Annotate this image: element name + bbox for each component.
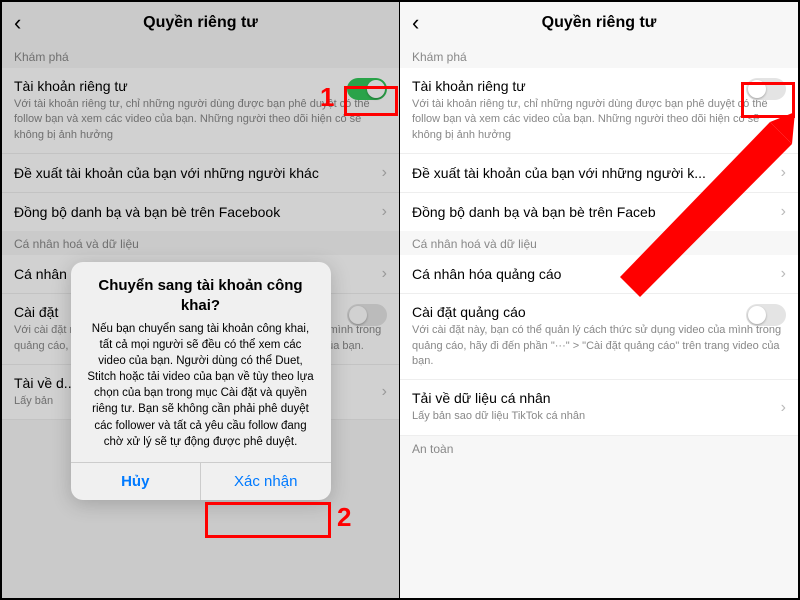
chevron-right-icon: › [781, 164, 786, 182]
back-icon[interactable]: ‹ [14, 10, 21, 36]
step-1: 1 [320, 82, 334, 113]
chevron-right-icon: › [382, 383, 387, 401]
row-sync-contacts[interactable]: Đồng bộ danh bạ và bạn bè trên Faceb › [400, 193, 798, 231]
chevron-right-icon: › [382, 164, 387, 182]
row-private-account: Tài khoản riêng tư Với tài khoản riêng t… [400, 68, 798, 153]
chevron-right-icon: › [781, 399, 786, 417]
section-personal: Cá nhân hoá và dữ liệu [2, 231, 399, 255]
section-safety: An toàn [400, 436, 798, 460]
private-account-desc: Với tài khoản riêng tư, chỉ những người … [412, 97, 786, 143]
row-personalize-ads[interactable]: Cá nhân hóa quảng cáo › [400, 255, 798, 294]
dialog-title: Chuyển sang tài khoản công khai? [87, 276, 315, 315]
confirm-dialog: Chuyển sang tài khoản công khai? Nếu bạn… [71, 262, 331, 500]
ads-toggle[interactable] [746, 304, 786, 326]
chevron-right-icon: › [781, 203, 786, 221]
highlight-toggle [344, 86, 398, 116]
section-discovery: Khám phá [2, 44, 399, 68]
settings-screen-after: ‹ Quyền riêng tư Khám phá Tài khoản riên… [400, 2, 798, 598]
dialog-message: Nếu bạn chuyển sang tài khoản công khai,… [87, 321, 315, 450]
cancel-button[interactable]: Hủy [71, 463, 202, 500]
chevron-right-icon: › [382, 203, 387, 221]
back-icon[interactable]: ‹ [412, 10, 419, 36]
page-title: Quyền riêng tư [542, 14, 657, 32]
header: ‹ Quyền riêng tư [400, 2, 798, 44]
page-title: Quyền riêng tư [143, 14, 258, 32]
ads-toggle[interactable] [347, 304, 387, 326]
header: ‹ Quyền riêng tư [2, 2, 399, 44]
highlight-confirm [205, 502, 331, 538]
section-personal: Cá nhân hoá và dữ liệu [400, 231, 798, 255]
section-discovery: Khám phá [400, 44, 798, 68]
chevron-right-icon: › [382, 265, 387, 283]
confirm-button[interactable]: Xác nhận [201, 463, 331, 500]
row-private-account: Tài khoản riêng tư Với tài khoản riêng t… [2, 68, 399, 153]
highlight-toggle-off [741, 82, 795, 118]
chevron-right-icon: › [781, 265, 786, 283]
settings-screen-before: ‹ Quyền riêng tư Khám phá Tài khoản riên… [2, 2, 400, 598]
row-suggest-account[interactable]: Đề xuất tài khoản của bạn với những ngườ… [400, 153, 798, 193]
row-sync-contacts[interactable]: Đồng bộ danh bạ và bạn bè trên Facebook … [2, 193, 399, 231]
private-account-label: Tài khoản riêng tư [412, 78, 786, 94]
step-2: 2 [337, 502, 351, 533]
row-download-data[interactable]: Tải về dữ liệu cá nhân Lấy bản sao dữ li… [400, 379, 798, 435]
row-ads-settings: Cài đặt quảng cáo Với cài đặt này, bạn c… [400, 294, 798, 379]
row-suggest-account[interactable]: Đề xuất tài khoản của bạn với những ngườ… [2, 153, 399, 193]
